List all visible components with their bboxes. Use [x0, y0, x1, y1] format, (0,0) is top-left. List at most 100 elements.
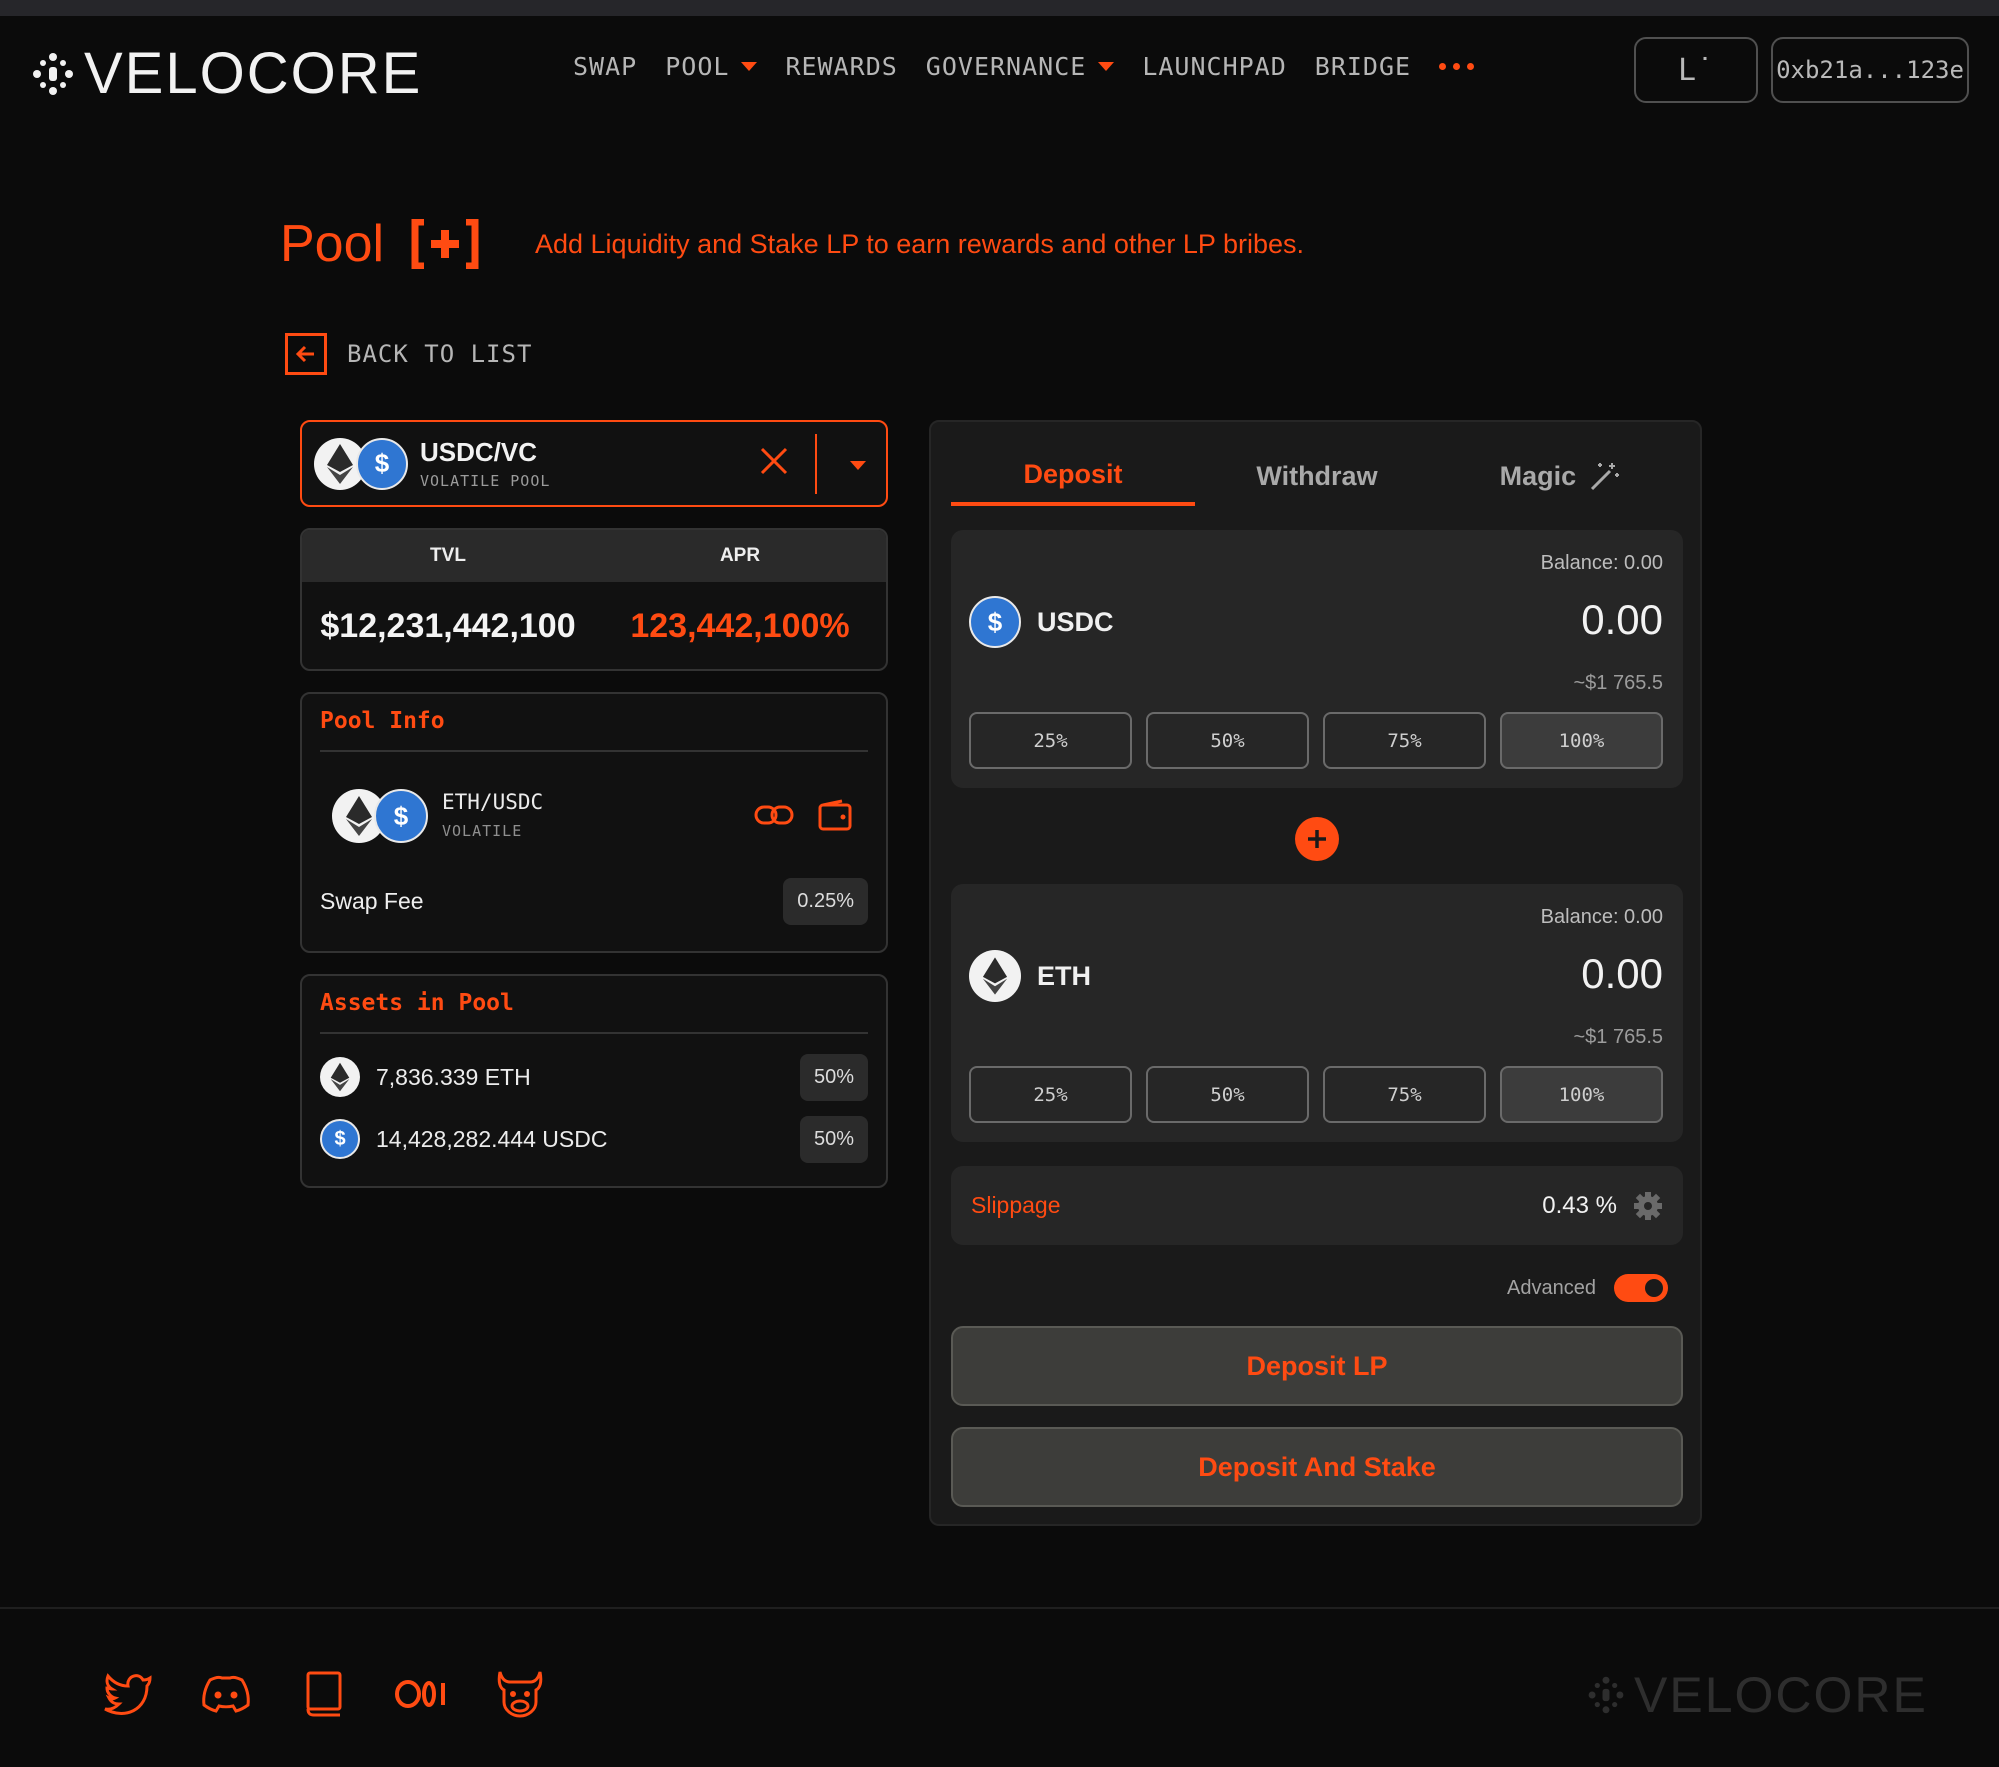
- social-links: [100, 1666, 548, 1722]
- selected-pair: USDC/VC: [420, 437, 538, 467]
- token-amount-input[interactable]: 0.00: [1581, 950, 1663, 998]
- token-label: $ USDC: [969, 596, 1114, 648]
- chevron-down-icon: [741, 62, 758, 71]
- apr-label: APR: [719, 545, 761, 566]
- nav-rewards[interactable]: REWARDS: [785, 52, 897, 81]
- token-usd-value: ~$1 765.5: [1573, 672, 1663, 694]
- assets-card: Assets in Pool 7,836.339 ETH 50% $ 14,42…: [300, 974, 888, 1188]
- eth-icon: [969, 950, 1021, 1002]
- clear-icon[interactable]: [757, 444, 791, 478]
- apr-value: 123,442,100%: [630, 607, 850, 645]
- wallet-icon[interactable]: [818, 799, 852, 831]
- more-menu-icon[interactable]: [1439, 63, 1475, 70]
- link-icon[interactable]: [754, 802, 794, 828]
- pct-50-button[interactable]: 50%: [1146, 1066, 1309, 1123]
- gear-icon[interactable]: [1633, 1191, 1663, 1221]
- bull-icon[interactable]: [492, 1666, 548, 1722]
- pct-100-button[interactable]: 100%: [1500, 712, 1663, 769]
- pool-selector[interactable]: $ USDC/VC VOLATILE POOL: [300, 420, 888, 507]
- chevron-down-icon: [1098, 62, 1115, 71]
- token-balance: Balance: 0.00: [1540, 552, 1663, 574]
- nav-rewards-label: REWARDS: [785, 52, 898, 81]
- velocore-logo-icon: [33, 52, 73, 95]
- slippage-right: 0.43 %: [1542, 1191, 1663, 1221]
- velocore-logo-icon: [1588, 1676, 1624, 1714]
- pct-100-button[interactable]: 100%: [1500, 1066, 1663, 1123]
- token-amount-input[interactable]: 0.00: [1581, 596, 1663, 644]
- deposit-and-stake-button[interactable]: Deposit And Stake: [951, 1427, 1683, 1507]
- pct-25-button[interactable]: 25%: [969, 1066, 1132, 1123]
- network-button[interactable]: L˙: [1634, 37, 1758, 103]
- medium-icon[interactable]: [394, 1666, 450, 1722]
- chevron-down-icon[interactable]: [850, 461, 866, 470]
- top-strip: [0, 0, 1999, 16]
- arrow-left-icon: [285, 333, 327, 375]
- wallet-button[interactable]: 0xb21a...123e: [1771, 37, 1969, 103]
- advanced-label: Advanced: [1507, 1276, 1596, 1299]
- tab-deposit-label: Deposit: [1023, 458, 1123, 489]
- docs-icon[interactable]: [296, 1666, 352, 1722]
- divider: [320, 1032, 868, 1034]
- page-subtitle: Add Liquidity and Stake LP to earn rewar…: [535, 229, 1304, 259]
- pct-50-button[interactable]: 50%: [1146, 712, 1309, 769]
- asset-row: $ 14,428,282.444 USDC 50%: [302, 1108, 886, 1170]
- nav-governance-label: GOVERNANCE: [925, 52, 1087, 81]
- slippage-value: 0.43 %: [1542, 1191, 1617, 1219]
- tab-magic[interactable]: Magic: [1439, 446, 1683, 506]
- pct-25-button[interactable]: 25%: [969, 712, 1132, 769]
- pool-info-pair: $ ETH/USDC VOLATILE: [302, 752, 886, 878]
- deposit-lp-button[interactable]: Deposit LP: [951, 1326, 1683, 1406]
- back-to-list-button[interactable]: BACK TO LIST: [285, 333, 532, 375]
- swap-fee-row: Swap Fee 0.25%: [302, 878, 886, 943]
- usdc-icon: $: [969, 596, 1021, 648]
- footer-divider: [0, 1607, 1999, 1609]
- pct-75-button[interactable]: 75%: [1323, 1066, 1486, 1123]
- logo[interactable]: VELOCORE: [30, 40, 422, 107]
- nav-launchpad[interactable]: LAUNCHPAD: [1142, 52, 1286, 81]
- token-input-usdc: Balance: 0.00 $ USDC 0.00 ~$1 765.5 25% …: [951, 530, 1683, 788]
- asset-amount: 7,836.339 ETH: [376, 1063, 531, 1090]
- add-pool-icon: [411, 219, 479, 269]
- selected-pool-type: VOLATILE POOL: [420, 472, 551, 490]
- nav-bridge[interactable]: BRIDGE: [1315, 52, 1411, 81]
- nav-bridge-label: BRIDGE: [1314, 52, 1412, 81]
- token-symbol: ETH: [1037, 960, 1091, 991]
- page-title: Pool: [280, 215, 385, 273]
- slippage-row: Slippage 0.43 %: [951, 1166, 1683, 1245]
- nav-pool[interactable]: POOL: [665, 52, 758, 81]
- wallet-address: 0xb21a...123e: [1776, 56, 1964, 84]
- percent-buttons: 25% 50% 75% 100%: [969, 712, 1663, 769]
- usdc-icon: $: [356, 437, 408, 490]
- discord-icon[interactable]: [198, 1666, 254, 1722]
- network-button-label: L˙: [1677, 52, 1715, 88]
- pair-icons: $: [314, 436, 410, 492]
- main-nav: SWAP POOL REWARDS GOVERNANCE LAUNCHPAD B…: [573, 52, 1475, 81]
- tab-withdraw[interactable]: Withdraw: [1195, 446, 1439, 506]
- footer-logo: VELOCORE: [1586, 1666, 1928, 1724]
- pool-info-pair-type: VOLATILE: [442, 822, 523, 840]
- token-label: ETH: [969, 950, 1091, 1002]
- tvl-value: $12,231,442,100: [320, 607, 576, 645]
- assets-title: Assets in Pool: [320, 990, 514, 1016]
- pool-info-card: Pool Info $ ETH/USDC VOLATILE Swap Fee 0…: [300, 692, 888, 953]
- tab-withdraw-label: Withdraw: [1256, 460, 1378, 491]
- liquidity-panel: Deposit Withdraw Magic Balance: 0.00 $ U…: [929, 420, 1702, 1526]
- asset-row: 7,836.339 ETH 50%: [302, 1046, 886, 1108]
- token-usd-value: ~$1 765.5: [1573, 1026, 1663, 1048]
- stats-values: $12,231,442,100 123,442,100%: [302, 582, 886, 669]
- advanced-toggle[interactable]: [1614, 1274, 1668, 1302]
- panel-tabs: Deposit Withdraw Magic: [951, 446, 1683, 506]
- slippage-label: Slippage: [971, 1192, 1061, 1218]
- asset-amount: 14,428,282.444 USDC: [376, 1125, 608, 1152]
- nav-swap[interactable]: SWAP: [573, 52, 637, 81]
- usdc-icon: $: [320, 1119, 360, 1159]
- footer-brand-name: VELOCORE: [1634, 1667, 1928, 1723]
- twitter-icon[interactable]: [100, 1666, 156, 1722]
- tab-deposit[interactable]: Deposit: [951, 446, 1195, 506]
- deposit-lp-label: Deposit LP: [1246, 1350, 1388, 1381]
- pool-info-pair-name: ETH/USDC: [442, 790, 544, 814]
- pct-75-button[interactable]: 75%: [1323, 712, 1486, 769]
- nav-governance[interactable]: GOVERNANCE: [926, 52, 1115, 81]
- pool-info-title: Pool Info: [320, 708, 445, 734]
- asset-share: 50%: [799, 1115, 868, 1163]
